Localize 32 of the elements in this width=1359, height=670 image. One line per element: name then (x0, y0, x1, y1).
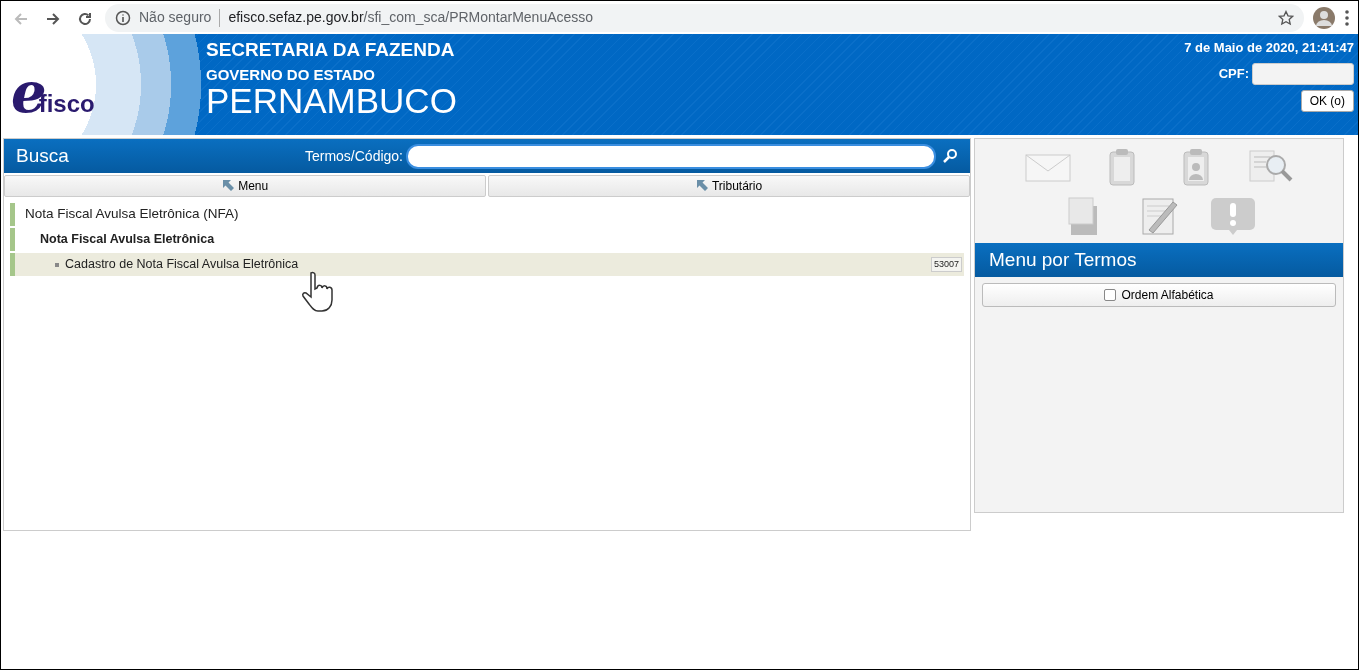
reload-icon (77, 10, 93, 27)
menu-icon[interactable] (1344, 8, 1350, 27)
bullet-icon (55, 262, 59, 267)
checkbox[interactable] (1104, 289, 1117, 301)
menu-tree-item[interactable]: Cadastro de Nota Fiscal Avulsa Eletrônica 53007 (10, 253, 964, 276)
back-arrow-icon (13, 10, 29, 27)
profile-avatar-icon[interactable] (1312, 5, 1336, 30)
cpf-label: CPF: (1218, 64, 1249, 83)
forward-arrow-icon (45, 10, 61, 27)
ok-button[interactable]: OK (o) (1300, 89, 1354, 112)
breadcrumb-button[interactable]: Tributário (488, 175, 970, 197)
datetime-label: 7 de Maio de 2020, 21:41:47 (1184, 39, 1354, 57)
security-label: Não seguro (139, 8, 212, 27)
star-icon[interactable] (1278, 9, 1294, 26)
state-title: PERNAMBUCO (206, 83, 457, 119)
menu-tree-item[interactable]: Nota Fiscal Avulsa Eletrônica (NFA) (10, 203, 964, 226)
alphabetical-order-button[interactable]: Ordem Alfabética (982, 283, 1336, 307)
search-label: Termos/Código: (304, 146, 403, 166)
up-left-arrow-icon (695, 179, 709, 192)
government-title: GOVERNO DO ESTADO (206, 66, 376, 84)
item-code: 53007 (930, 256, 962, 273)
info-icon (115, 9, 131, 26)
cpf-input-field[interactable] (1252, 62, 1354, 85)
search-icon[interactable] (942, 148, 958, 164)
agency-title: SECRETARIA DA FAZENDA (206, 40, 456, 61)
search-title: Busca (16, 143, 69, 168)
search-input-field[interactable] (406, 143, 936, 169)
up-left-arrow-icon (221, 179, 235, 192)
address-bar[interactable]: Não seguro efisco.sefaz.pe.gov.br/sfi_com_sca/PRMontarMenuAcesso (105, 3, 1304, 32)
url-text: efisco.sefaz.pe.gov.br/sfi_com_sca/PRMontarMenuAcesso (228, 8, 594, 27)
breadcrumb-button[interactable]: Menu (4, 175, 486, 197)
terms-title: Menu por Termos (989, 247, 1137, 272)
